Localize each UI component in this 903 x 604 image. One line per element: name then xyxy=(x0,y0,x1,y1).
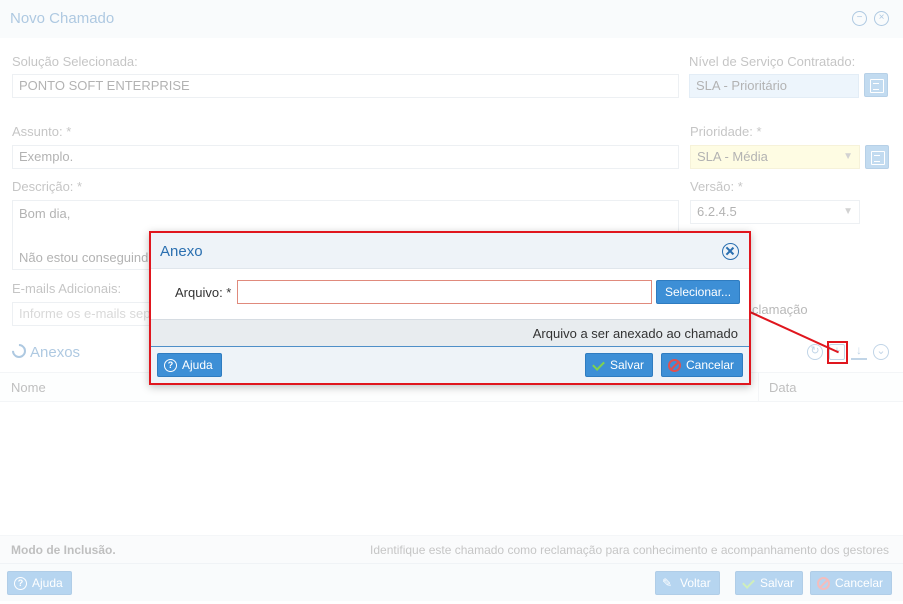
save-button-label: Salvar xyxy=(760,576,795,590)
check-icon xyxy=(592,359,605,372)
emails-label: E-mails Adicionais: xyxy=(12,281,122,296)
mode-hint: Identifique este chamado como reclamação… xyxy=(370,543,889,557)
cancel-icon xyxy=(668,359,681,372)
help-icon: ? xyxy=(14,577,27,590)
expand-icon[interactable]: ⌄ xyxy=(873,344,889,360)
mode-label: Modo de Inclusão. xyxy=(11,543,116,557)
version-value: 6.2.4.5 xyxy=(697,204,737,219)
chevron-down-icon[interactable]: ▼ xyxy=(843,146,853,168)
mode-info-bar: Modo de Inclusão. Identifique este chama… xyxy=(0,535,903,563)
window-footer: ? Ajuda Voltar Salvar Cancelar xyxy=(0,563,903,601)
dialog-title: Anexo xyxy=(160,243,203,260)
col-date[interactable]: Data xyxy=(769,380,796,395)
dialog-titlebar: Anexo xyxy=(151,233,749,269)
subject-label: Assunto: * xyxy=(12,124,72,139)
help-button-label: Ajuda xyxy=(32,576,63,590)
cancel-button-label: Cancelar xyxy=(835,576,884,590)
close-icon[interactable]: × xyxy=(874,11,889,26)
attachments-title: Anexos xyxy=(9,341,81,361)
priority-select[interactable]: SLA - Média ▼ xyxy=(690,145,860,169)
select-file-button[interactable]: Selecionar... xyxy=(656,280,741,304)
back-button[interactable]: Voltar xyxy=(655,571,720,595)
dialog-save-button[interactable]: Salvar xyxy=(585,353,654,377)
priority-value: SLA - Média xyxy=(697,149,768,164)
download-icon[interactable]: ↓ xyxy=(851,344,867,360)
sla-field[interactable]: SLA - Prioritário xyxy=(689,74,859,98)
subject-field[interactable]: Exemplo. xyxy=(12,145,679,169)
window-title: Novo Chamado xyxy=(10,10,115,27)
file-label: Arquivo: * xyxy=(175,285,232,300)
refresh-icon[interactable]: ↻ xyxy=(807,344,823,360)
back-button-label: Voltar xyxy=(680,576,711,590)
close-icon[interactable] xyxy=(722,243,739,260)
chevron-down-icon[interactable]: ▼ xyxy=(843,201,853,223)
save-button[interactable]: Salvar xyxy=(735,571,804,595)
check-icon xyxy=(742,577,755,590)
window-titlebar: Novo Chamado − × xyxy=(0,0,903,38)
help-button[interactable]: ? Ajuda xyxy=(7,571,72,595)
attachments-title-text: Anexos xyxy=(30,344,81,361)
file-input[interactable] xyxy=(237,280,652,304)
dialog-footer: ? Ajuda Salvar Cancelar xyxy=(151,347,749,383)
solution-field[interactable]: PONTO SOFT ENTERPRISE xyxy=(12,74,679,98)
dialog-help-button[interactable]: ? Ajuda xyxy=(157,353,222,377)
description-label: Descrição: * xyxy=(12,179,83,194)
edit-icon xyxy=(662,572,675,594)
dialog-cancel-button[interactable]: Cancelar xyxy=(661,353,744,377)
dialog-hint: Arquivo a ser anexado ao chamado xyxy=(532,326,738,341)
column-divider xyxy=(758,373,759,402)
priority-label: Prioridade: * xyxy=(690,124,762,139)
version-label: Versão: * xyxy=(690,179,743,194)
dialog-save-label: Salvar xyxy=(610,358,645,372)
sla-list-picker-icon[interactable] xyxy=(864,73,888,97)
minimize-icon[interactable]: − xyxy=(852,11,867,26)
solution-label: Solução Selecionada: xyxy=(12,54,138,69)
highlight-add-attachment-box xyxy=(827,341,848,364)
version-select[interactable]: 6.2.4.5 ▼ xyxy=(690,200,860,224)
cancel-icon xyxy=(817,577,830,590)
help-icon: ? xyxy=(164,359,177,372)
dialog-help-label: Ajuda xyxy=(182,358,213,372)
dialog-hint-bar: Arquivo a ser anexado ao chamado xyxy=(151,319,749,347)
paperclip-icon xyxy=(9,341,29,361)
sla-label: Nível de Serviço Contratado: xyxy=(689,54,856,69)
cancel-button[interactable]: Cancelar xyxy=(810,571,893,595)
priority-list-picker-icon[interactable] xyxy=(865,145,889,169)
col-name[interactable]: Nome xyxy=(11,380,46,395)
anexo-dialog: Anexo Arquivo: * Selecionar... Arquivo a… xyxy=(149,231,751,385)
dialog-cancel-label: Cancelar xyxy=(686,358,735,372)
emails-field[interactable]: Informe os e-mails sep xyxy=(12,302,152,326)
